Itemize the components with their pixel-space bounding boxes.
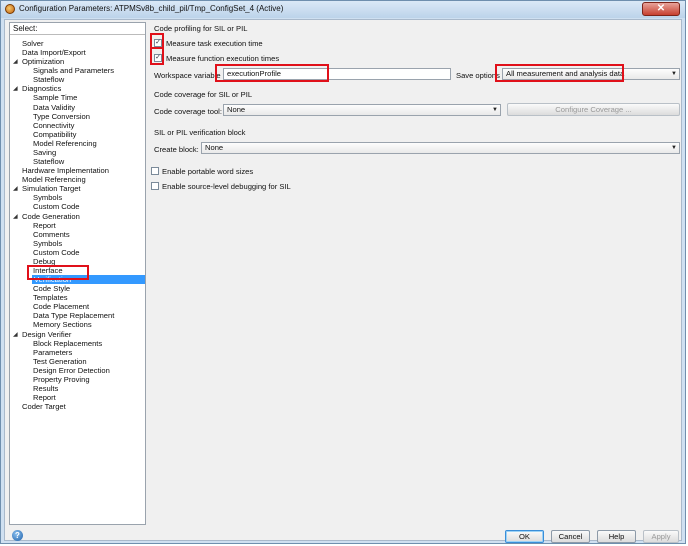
- chevron-down-icon: ▼: [671, 145, 677, 151]
- verification-pane: Code profiling for SIL or PIL ✓ Measure …: [149, 22, 681, 525]
- tree-item[interactable]: Comments: [33, 230, 70, 239]
- portable-word-sizes-label: Enable portable word sizes: [162, 167, 254, 176]
- tree-item[interactable]: Code Style: [33, 284, 70, 293]
- tree-item[interactable]: Data Import/Export: [22, 48, 86, 57]
- tree-item[interactable]: Compatibility: [33, 130, 76, 139]
- coverage-tool-select[interactable]: None ▼: [223, 104, 501, 116]
- tree-item[interactable]: Code Generation: [22, 212, 80, 221]
- tree-item[interactable]: Code Placement: [33, 302, 89, 311]
- chevron-down-icon: ▼: [671, 71, 677, 77]
- help-button[interactable]: Help: [597, 530, 636, 543]
- create-block-value: None: [205, 143, 224, 152]
- tree-item[interactable]: Property Proving: [33, 375, 90, 384]
- tree-item[interactable]: Report: [33, 393, 56, 402]
- client-area: Select: Solver Data Import/Export ◢ Optimiz…: [4, 19, 682, 543]
- measure-task-label: Measure task execution time: [166, 39, 263, 48]
- save-options-label: Save options: [456, 71, 500, 80]
- tree-item[interactable]: Model Referencing: [22, 175, 86, 184]
- tree-item[interactable]: Hardware Implementation: [22, 166, 109, 175]
- close-button[interactable]: ✕: [642, 2, 680, 16]
- tree-item[interactable]: Design Verifier: [22, 330, 71, 339]
- coverage-tool-value: None: [227, 105, 246, 114]
- tree-item[interactable]: Templates: [33, 293, 68, 302]
- tree-item[interactable]: Verification: [32, 275, 145, 285]
- tree-expand-icon[interactable]: ◢: [13, 58, 18, 65]
- portable-word-sizes-checkbox[interactable]: [151, 167, 159, 175]
- tree-item[interactable]: Saving: [33, 148, 56, 157]
- tree-item[interactable]: Model Referencing: [33, 139, 97, 148]
- tree-item[interactable]: Connectivity: [33, 121, 74, 130]
- configure-coverage-button[interactable]: Configure Coverage ...: [507, 103, 680, 116]
- tree-header: Select:: [10, 23, 145, 35]
- source-level-debugging-checkbox[interactable]: [151, 182, 159, 190]
- help-icon[interactable]: ?: [12, 530, 23, 541]
- title-bar: Configuration Parameters: ATPMSv8b_child…: [1, 1, 685, 18]
- tree-item[interactable]: Symbols: [33, 239, 62, 248]
- tree-item[interactable]: Coder Target: [22, 402, 66, 411]
- cancel-button[interactable]: Cancel: [551, 530, 590, 543]
- tree-item[interactable]: Debug: [33, 257, 55, 266]
- tree-item[interactable]: Stateflow: [33, 75, 64, 84]
- measure-task-checkbox[interactable]: ✓: [154, 39, 162, 47]
- config-parameters-window: Configuration Parameters: ATPMSv8b_child…: [0, 0, 686, 544]
- apply-button[interactable]: Apply: [643, 530, 679, 543]
- tree-item[interactable]: Interface: [33, 266, 63, 275]
- save-options-select[interactable]: All measurement and analysis data ▼: [502, 68, 680, 80]
- verification-block-section-title: SIL or PIL verification block: [154, 128, 246, 137]
- tree-item[interactable]: Data Validity: [33, 103, 75, 112]
- measure-function-label: Measure function execution times: [166, 54, 280, 63]
- tree-item[interactable]: Symbols: [33, 193, 62, 202]
- tree-item[interactable]: Solver: [22, 39, 44, 48]
- profiling-section-title: Code profiling for SIL or PIL: [154, 24, 248, 33]
- coverage-tool-label: Code coverage tool:: [154, 107, 222, 116]
- category-tree[interactable]: Select: Solver Data Import/Export ◢ Optimiz…: [9, 22, 146, 525]
- workspace-variable-label: Workspace variable: [154, 71, 221, 80]
- source-level-debugging-label: Enable source-level debugging for SIL: [162, 182, 291, 191]
- tree-item[interactable]: Block Replacements: [33, 339, 102, 348]
- tree-expand-icon[interactable]: ◢: [13, 331, 18, 338]
- tree-item[interactable]: Design Error Detection: [33, 366, 110, 375]
- matlab-app-icon: [5, 4, 15, 14]
- workspace-variable-input[interactable]: executionProfile: [223, 68, 451, 80]
- ok-button[interactable]: OK: [505, 530, 544, 543]
- tree-item[interactable]: Type Conversion: [33, 112, 90, 121]
- tree-item[interactable]: Memory Sections: [33, 320, 92, 329]
- tree-item[interactable]: Test Generation: [33, 357, 87, 366]
- tree-item[interactable]: Stateflow: [33, 157, 64, 166]
- tree-expand-icon[interactable]: ◢: [13, 185, 18, 192]
- tree-item[interactable]: Parameters: [33, 348, 72, 357]
- tree-item[interactable]: Optimization: [22, 57, 64, 66]
- tree-item[interactable]: Simulation Target: [22, 184, 81, 193]
- create-block-select[interactable]: None ▼: [201, 142, 680, 154]
- measure-function-checkbox[interactable]: ✓: [154, 54, 162, 62]
- tree-item[interactable]: Custom Code: [33, 202, 79, 211]
- coverage-section-title: Code coverage for SIL or PIL: [154, 90, 253, 99]
- tree-item[interactable]: Signals and Parameters: [33, 66, 114, 75]
- tree-item[interactable]: Results: [33, 384, 58, 393]
- tree-item[interactable]: Custom Code: [33, 248, 79, 257]
- tree-expand-icon[interactable]: ◢: [13, 213, 18, 220]
- tree-item[interactable]: Sample Time: [33, 93, 77, 102]
- tree-item[interactable]: Diagnostics: [22, 84, 61, 93]
- chevron-down-icon: ▼: [492, 107, 498, 113]
- tree-item[interactable]: Data Type Replacement: [33, 311, 114, 320]
- window-title: Configuration Parameters: ATPMSv8b_child…: [19, 4, 284, 13]
- tree-item[interactable]: Report: [33, 221, 56, 230]
- save-options-value: All measurement and analysis data: [506, 69, 625, 78]
- tree-expand-icon[interactable]: ◢: [13, 85, 18, 92]
- create-block-label: Create block:: [154, 145, 199, 154]
